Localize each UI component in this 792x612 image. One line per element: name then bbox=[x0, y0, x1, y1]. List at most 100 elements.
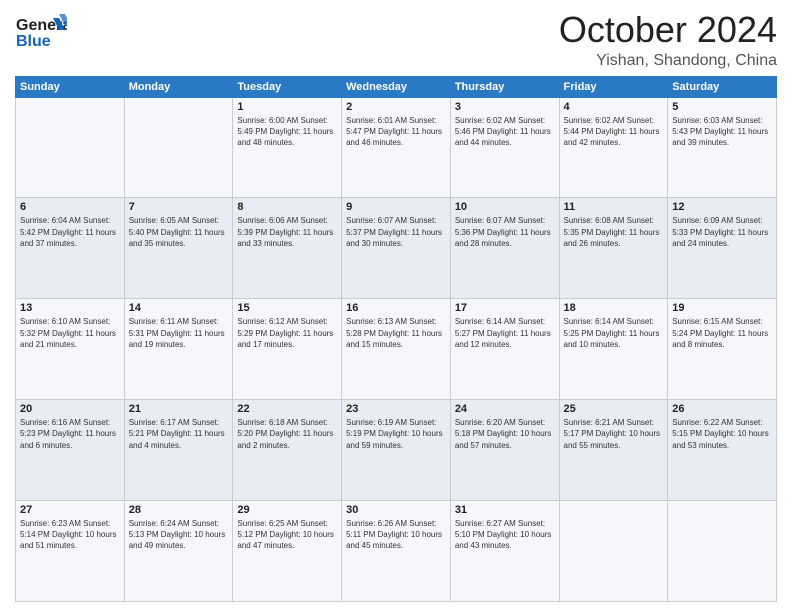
day-info: Sunrise: 6:00 AM Sunset: 5:49 PM Dayligh… bbox=[237, 115, 337, 149]
calendar-cell: 30 Sunrise: 6:26 AM Sunset: 5:11 PM Dayli… bbox=[342, 501, 451, 602]
calendar-cell: 31 Sunrise: 6:27 AM Sunset: 5:10 PM Dayli… bbox=[450, 501, 559, 602]
calendar-cell: 17 Sunrise: 6:14 AM Sunset: 5:27 PM Dayli… bbox=[450, 299, 559, 400]
day-info: Sunrise: 6:11 AM Sunset: 5:31 PM Dayligh… bbox=[129, 316, 229, 350]
day-info: Sunrise: 6:26 AM Sunset: 5:11 PM Dayligh… bbox=[346, 518, 446, 552]
day-info: Sunrise: 6:16 AM Sunset: 5:23 PM Dayligh… bbox=[20, 417, 120, 451]
day-info: Sunrise: 6:14 AM Sunset: 5:25 PM Dayligh… bbox=[564, 316, 664, 350]
col-tuesday: Tuesday bbox=[233, 76, 342, 97]
day-number: 7 bbox=[129, 201, 229, 213]
calendar-week-0: 1 Sunrise: 6:00 AM Sunset: 5:49 PM Daylig… bbox=[16, 97, 777, 198]
day-info: Sunrise: 6:05 AM Sunset: 5:40 PM Dayligh… bbox=[129, 215, 229, 249]
calendar-week-4: 27 Sunrise: 6:23 AM Sunset: 5:14 PM Dayli… bbox=[16, 501, 777, 602]
calendar-cell: 18 Sunrise: 6:14 AM Sunset: 5:25 PM Dayli… bbox=[559, 299, 668, 400]
calendar-cell bbox=[124, 97, 233, 198]
day-number: 11 bbox=[564, 201, 664, 213]
day-number: 23 bbox=[346, 403, 446, 415]
day-number: 2 bbox=[346, 101, 446, 113]
logo-icon: General Blue bbox=[15, 10, 67, 54]
day-number: 25 bbox=[564, 403, 664, 415]
calendar-week-2: 13 Sunrise: 6:10 AM Sunset: 5:32 PM Dayli… bbox=[16, 299, 777, 400]
calendar-cell bbox=[16, 97, 125, 198]
calendar-cell: 4 Sunrise: 6:02 AM Sunset: 5:44 PM Daylig… bbox=[559, 97, 668, 198]
day-info: Sunrise: 6:09 AM Sunset: 5:33 PM Dayligh… bbox=[672, 215, 772, 249]
day-info: Sunrise: 6:19 AM Sunset: 5:19 PM Dayligh… bbox=[346, 417, 446, 451]
calendar-cell: 20 Sunrise: 6:16 AM Sunset: 5:23 PM Dayli… bbox=[16, 400, 125, 501]
col-thursday: Thursday bbox=[450, 76, 559, 97]
day-number: 27 bbox=[20, 504, 120, 516]
day-number: 28 bbox=[129, 504, 229, 516]
calendar-cell: 21Sunrise: 6:17 AM Sunset: 5:21 PM Dayli… bbox=[124, 400, 233, 501]
day-info: Sunrise: 6:02 AM Sunset: 5:44 PM Dayligh… bbox=[564, 115, 664, 149]
calendar-cell: 19 Sunrise: 6:15 AM Sunset: 5:24 PM Dayli… bbox=[668, 299, 777, 400]
header-row: Sunday Monday Tuesday Wednesday Thursday… bbox=[16, 76, 777, 97]
day-number: 21 bbox=[129, 403, 229, 415]
day-info: Sunrise: 6:10 AM Sunset: 5:32 PM Dayligh… bbox=[20, 316, 120, 350]
calendar-cell: 16 Sunrise: 6:13 AM Sunset: 5:28 PM Dayli… bbox=[342, 299, 451, 400]
calendar-cell: 23 Sunrise: 6:19 AM Sunset: 5:19 PM Dayli… bbox=[342, 400, 451, 501]
day-info: Sunrise: 6:01 AM Sunset: 5:47 PM Dayligh… bbox=[346, 115, 446, 149]
day-number: 29 bbox=[237, 504, 337, 516]
calendar-week-1: 6 Sunrise: 6:04 AM Sunset: 5:42 PM Daylig… bbox=[16, 198, 777, 299]
calendar-cell bbox=[668, 501, 777, 602]
day-number: 1 bbox=[237, 101, 337, 113]
day-number: 6 bbox=[20, 201, 120, 213]
col-sunday: Sunday bbox=[16, 76, 125, 97]
calendar-cell: 13 Sunrise: 6:10 AM Sunset: 5:32 PM Dayli… bbox=[16, 299, 125, 400]
day-number: 4 bbox=[564, 101, 664, 113]
day-info: Sunrise: 6:25 AM Sunset: 5:12 PM Dayligh… bbox=[237, 518, 337, 552]
day-info: Sunrise: 6:14 AM Sunset: 5:27 PM Dayligh… bbox=[455, 316, 555, 350]
calendar-cell: 25 Sunrise: 6:21 AM Sunset: 5:17 PM Dayli… bbox=[559, 400, 668, 501]
day-number: 15 bbox=[237, 302, 337, 314]
calendar-cell: 9Sunrise: 6:07 AM Sunset: 5:37 PM Daylig… bbox=[342, 198, 451, 299]
svg-text:Blue: Blue bbox=[16, 33, 51, 50]
day-number: 14 bbox=[129, 302, 229, 314]
calendar-cell: 7 Sunrise: 6:05 AM Sunset: 5:40 PM Daylig… bbox=[124, 198, 233, 299]
day-info: Sunrise: 6:22 AM Sunset: 5:15 PM Dayligh… bbox=[672, 417, 772, 451]
day-info: Sunrise: 6:08 AM Sunset: 5:35 PM Dayligh… bbox=[564, 215, 664, 249]
header: General Blue October 2024 Yishan, Shando… bbox=[15, 10, 777, 70]
day-number: 26 bbox=[672, 403, 772, 415]
day-info: Sunrise: 6:21 AM Sunset: 5:17 PM Dayligh… bbox=[564, 417, 664, 451]
calendar-cell: 6 Sunrise: 6:04 AM Sunset: 5:42 PM Daylig… bbox=[16, 198, 125, 299]
day-info: Sunrise: 6:27 AM Sunset: 5:10 PM Dayligh… bbox=[455, 518, 555, 552]
day-number: 18 bbox=[564, 302, 664, 314]
logo-area: General Blue bbox=[15, 10, 67, 54]
calendar-table: Sunday Monday Tuesday Wednesday Thursday… bbox=[15, 76, 777, 602]
day-number: 3 bbox=[455, 101, 555, 113]
calendar-cell: 29 Sunrise: 6:25 AM Sunset: 5:12 PM Dayli… bbox=[233, 501, 342, 602]
day-info: Sunrise: 6:12 AM Sunset: 5:29 PM Dayligh… bbox=[237, 316, 337, 350]
day-number: 17 bbox=[455, 302, 555, 314]
calendar-cell: 11 Sunrise: 6:08 AM Sunset: 5:35 PM Dayli… bbox=[559, 198, 668, 299]
calendar-cell: 22Sunrise: 6:18 AM Sunset: 5:20 PM Dayli… bbox=[233, 400, 342, 501]
day-number: 20 bbox=[20, 403, 120, 415]
day-number: 13 bbox=[20, 302, 120, 314]
day-number: 30 bbox=[346, 504, 446, 516]
calendar-cell: 10Sunrise: 6:07 AM Sunset: 5:36 PM Dayli… bbox=[450, 198, 559, 299]
day-number: 16 bbox=[346, 302, 446, 314]
calendar-week-3: 20 Sunrise: 6:16 AM Sunset: 5:23 PM Dayli… bbox=[16, 400, 777, 501]
calendar-cell: 14 Sunrise: 6:11 AM Sunset: 5:31 PM Dayli… bbox=[124, 299, 233, 400]
day-info: Sunrise: 6:13 AM Sunset: 5:28 PM Dayligh… bbox=[346, 316, 446, 350]
day-info: Sunrise: 6:03 AM Sunset: 5:43 PM Dayligh… bbox=[672, 115, 772, 149]
day-number: 31 bbox=[455, 504, 555, 516]
calendar-cell: 8 Sunrise: 6:06 AM Sunset: 5:39 PM Daylig… bbox=[233, 198, 342, 299]
calendar-cell: 1 Sunrise: 6:00 AM Sunset: 5:49 PM Daylig… bbox=[233, 97, 342, 198]
location-title: Yishan, Shandong, China bbox=[559, 52, 777, 70]
day-number: 5 bbox=[672, 101, 772, 113]
title-area: October 2024 Yishan, Shandong, China bbox=[559, 10, 777, 70]
day-info: Sunrise: 6:06 AM Sunset: 5:39 PM Dayligh… bbox=[237, 215, 337, 249]
col-friday: Friday bbox=[559, 76, 668, 97]
day-number: 8 bbox=[237, 201, 337, 213]
day-number: 9 bbox=[346, 201, 446, 213]
day-number: 24 bbox=[455, 403, 555, 415]
col-monday: Monday bbox=[124, 76, 233, 97]
calendar-cell: 12 Sunrise: 6:09 AM Sunset: 5:33 PM Dayli… bbox=[668, 198, 777, 299]
day-info: Sunrise: 6:23 AM Sunset: 5:14 PM Dayligh… bbox=[20, 518, 120, 552]
day-number: 19 bbox=[672, 302, 772, 314]
calendar-cell: 5 Sunrise: 6:03 AM Sunset: 5:43 PM Daylig… bbox=[668, 97, 777, 198]
calendar-cell: 24Sunrise: 6:20 AM Sunset: 5:18 PM Dayli… bbox=[450, 400, 559, 501]
day-info: Sunrise: 6:15 AM Sunset: 5:24 PM Dayligh… bbox=[672, 316, 772, 350]
calendar-cell: 28Sunrise: 6:24 AM Sunset: 5:13 PM Dayli… bbox=[124, 501, 233, 602]
day-info: Sunrise: 6:04 AM Sunset: 5:42 PM Dayligh… bbox=[20, 215, 120, 249]
day-number: 12 bbox=[672, 201, 772, 213]
